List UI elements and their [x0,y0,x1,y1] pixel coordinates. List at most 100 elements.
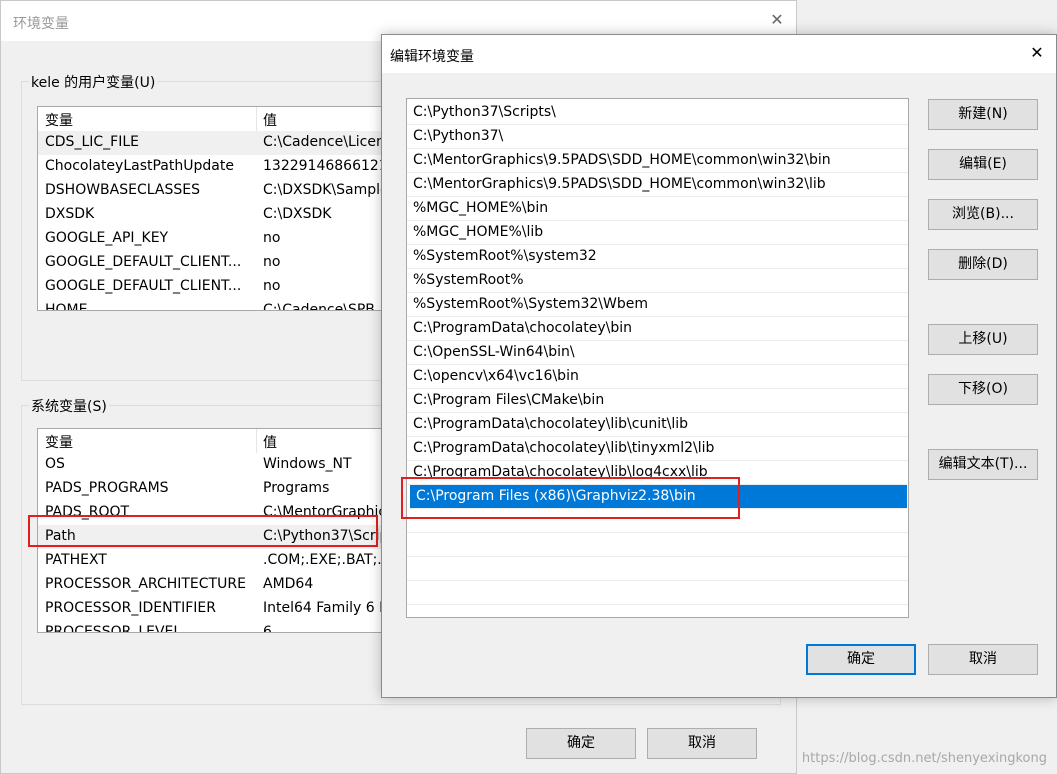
empty-list-row[interactable] [407,557,908,581]
highlight-box-path [28,515,378,547]
variable-name: PATHEXT [45,552,107,568]
path-item[interactable]: C:\Python37\ [407,125,908,149]
close-icon[interactable]: ✕ [768,11,786,29]
table-row[interactable]: CDS_LIC_FILE C:\Cadence\License [38,131,396,155]
path-text: %MGC_HOME%\bin [413,200,549,216]
close-icon[interactable]: ✕ [1028,44,1046,62]
new-button[interactable]: 新建(N) [928,99,1038,130]
variable-value: Programs [263,480,330,496]
system-vars-label: 系统变量(S) [29,396,109,416]
ok-button[interactable]: 确定 [806,644,916,675]
path-item[interactable]: C:\MentorGraphics\9.5PADS\SDD_HOME\commo… [407,149,908,173]
variable-name: CDS_LIC_FILE [45,134,139,150]
path-item[interactable]: %SystemRoot% [407,269,908,293]
window-title: 环境变量 [13,16,69,32]
table-row[interactable]: PATHEXT .COM;.EXE;.BAT;.CMD [38,549,396,573]
cancel-button[interactable]: 取消 [928,644,1038,675]
variable-name: GOOGLE_API_KEY [45,230,169,246]
cancel-button[interactable]: 取消 [647,728,757,759]
title-bar: 编辑环境变量 ✕ [382,35,1056,73]
highlight-box-new-path [401,477,740,519]
variable-value: .COM;.EXE;.BAT;.CMD [263,552,396,568]
delete-button[interactable]: 删除(D) [928,249,1038,280]
table-row[interactable]: HOME C:\Cadence\SPB [38,299,396,311]
column-header-value[interactable]: 值 [263,432,277,452]
edit-env-var-dialog: 编辑环境变量 ✕ C:\Python37\Scripts\ C:\Python37… [381,34,1057,698]
path-list[interactable]: C:\Python37\Scripts\ C:\Python37\ C:\Mento… [406,98,909,618]
path-item[interactable]: C:\ProgramData\chocolatey\lib\tinyxml2\l… [407,437,908,461]
path-text: C:\Python37\ [413,128,504,144]
table-row[interactable]: DXSDK C:\DXSDK [38,203,396,227]
path-text: C:\ProgramData\chocolatey\lib\cunit\lib [413,416,688,432]
move-down-button[interactable]: 下移(O) [928,374,1038,405]
table-row[interactable]: OS Windows_NT [38,453,396,477]
variable-value: 6 [263,624,272,633]
column-header-variable[interactable]: 变量 [45,110,73,130]
path-item[interactable]: C:\OpenSSL-Win64\bin\ [407,341,908,365]
path-text: C:\ProgramData\chocolatey\bin [413,320,633,336]
variable-name: PROCESSOR_LEVEL [45,624,182,633]
column-header-variable[interactable]: 变量 [45,432,73,452]
path-text: C:\MentorGraphics\9.5PADS\SDD_HOME\commo… [413,152,831,168]
variable-value: no [263,278,281,294]
user-vars-list[interactable]: 变量 值 CDS_LIC_FILE C:\Cadence\License Choco… [37,106,397,311]
table-row[interactable]: PROCESSOR_IDENTIFIER Intel64 Family 6 M [38,597,396,621]
table-row[interactable]: GOOGLE_DEFAULT_CLIENT... no [38,275,396,299]
variable-value: C:\DXSDK [263,206,332,222]
path-text: C:\MentorGraphics\9.5PADS\SDD_HOME\commo… [413,176,826,192]
edit-text-button[interactable]: 编辑文本(T)... [928,449,1038,480]
table-row[interactable]: DSHOWBASECLASSES C:\DXSDK\Samples [38,179,396,203]
path-item[interactable]: %SystemRoot%\system32 [407,245,908,269]
path-text: C:\opencv\x64\vc16\bin [413,368,579,384]
variable-name: HOME [45,302,88,311]
list-header: 变量 值 [38,107,396,131]
variable-name: PADS_PROGRAMS [45,480,169,496]
path-item[interactable]: %MGC_HOME%\bin [407,197,908,221]
path-text: %SystemRoot%\system32 [413,248,597,264]
browse-button[interactable]: 浏览(B)... [928,199,1038,230]
variable-name: PROCESSOR_IDENTIFIER [45,600,216,616]
path-text: C:\Program Files\CMake\bin [413,392,605,408]
path-text: %MGC_HOME%\lib [413,224,544,240]
table-row[interactable]: PROCESSOR_LEVEL 6 [38,621,396,633]
variable-value: no [263,230,281,246]
variable-name: DSHOWBASECLASSES [45,182,200,198]
table-row[interactable]: GOOGLE_DEFAULT_CLIENT... no [38,251,396,275]
edit-button[interactable]: 编辑(E) [928,149,1038,180]
watermark: https://blog.csdn.net/shenyexingkong [801,751,1047,766]
empty-list-row[interactable] [407,533,908,557]
variable-value: Windows_NT [263,456,352,472]
variable-name: GOOGLE_DEFAULT_CLIENT... [45,278,242,294]
move-up-button[interactable]: 上移(U) [928,324,1038,355]
ok-button[interactable]: 确定 [526,728,636,759]
path-item[interactable]: C:\MentorGraphics\9.5PADS\SDD_HOME\commo… [407,173,908,197]
variable-value: 132291468661219 [263,158,397,174]
path-text: C:\ProgramData\chocolatey\lib\tinyxml2\l… [413,440,715,456]
path-text: C:\Python37\Scripts\ [413,104,556,120]
table-row[interactable]: GOOGLE_API_KEY no [38,227,396,251]
path-item[interactable]: C:\ProgramData\chocolatey\bin [407,317,908,341]
variable-value: C:\DXSDK\Samples [263,182,396,198]
path-item[interactable]: C:\Program Files\CMake\bin [407,389,908,413]
dialog-title: 编辑环境变量 [390,49,474,65]
variable-name: DXSDK [45,206,95,222]
path-text: %SystemRoot%\System32\Wbem [413,296,648,312]
table-row[interactable]: PROCESSOR_ARCHITECTURE AMD64 [38,573,396,597]
variable-name: GOOGLE_DEFAULT_CLIENT... [45,254,242,270]
path-item[interactable]: C:\ProgramData\chocolatey\lib\cunit\lib [407,413,908,437]
path-item[interactable]: C:\Python37\Scripts\ [407,101,908,125]
variable-value: no [263,254,281,270]
variable-name: OS [45,456,65,472]
table-row[interactable]: PADS_PROGRAMS Programs [38,477,396,501]
list-header: 变量 值 [38,429,396,453]
path-item[interactable]: C:\opencv\x64\vc16\bin [407,365,908,389]
path-item[interactable]: %MGC_HOME%\lib [407,221,908,245]
path-text: %SystemRoot% [413,272,524,288]
user-vars-label: kele 的用户变量(U) [29,72,158,92]
column-header-value[interactable]: 值 [263,110,277,130]
path-item[interactable]: %SystemRoot%\System32\Wbem [407,293,908,317]
empty-list-row[interactable] [407,581,908,605]
variable-value: C:\Cadence\SPB [263,302,375,311]
table-row[interactable]: ChocolateyLastPathUpdate 132291468661219 [38,155,396,179]
variable-value: C:\Cadence\License [263,134,397,150]
